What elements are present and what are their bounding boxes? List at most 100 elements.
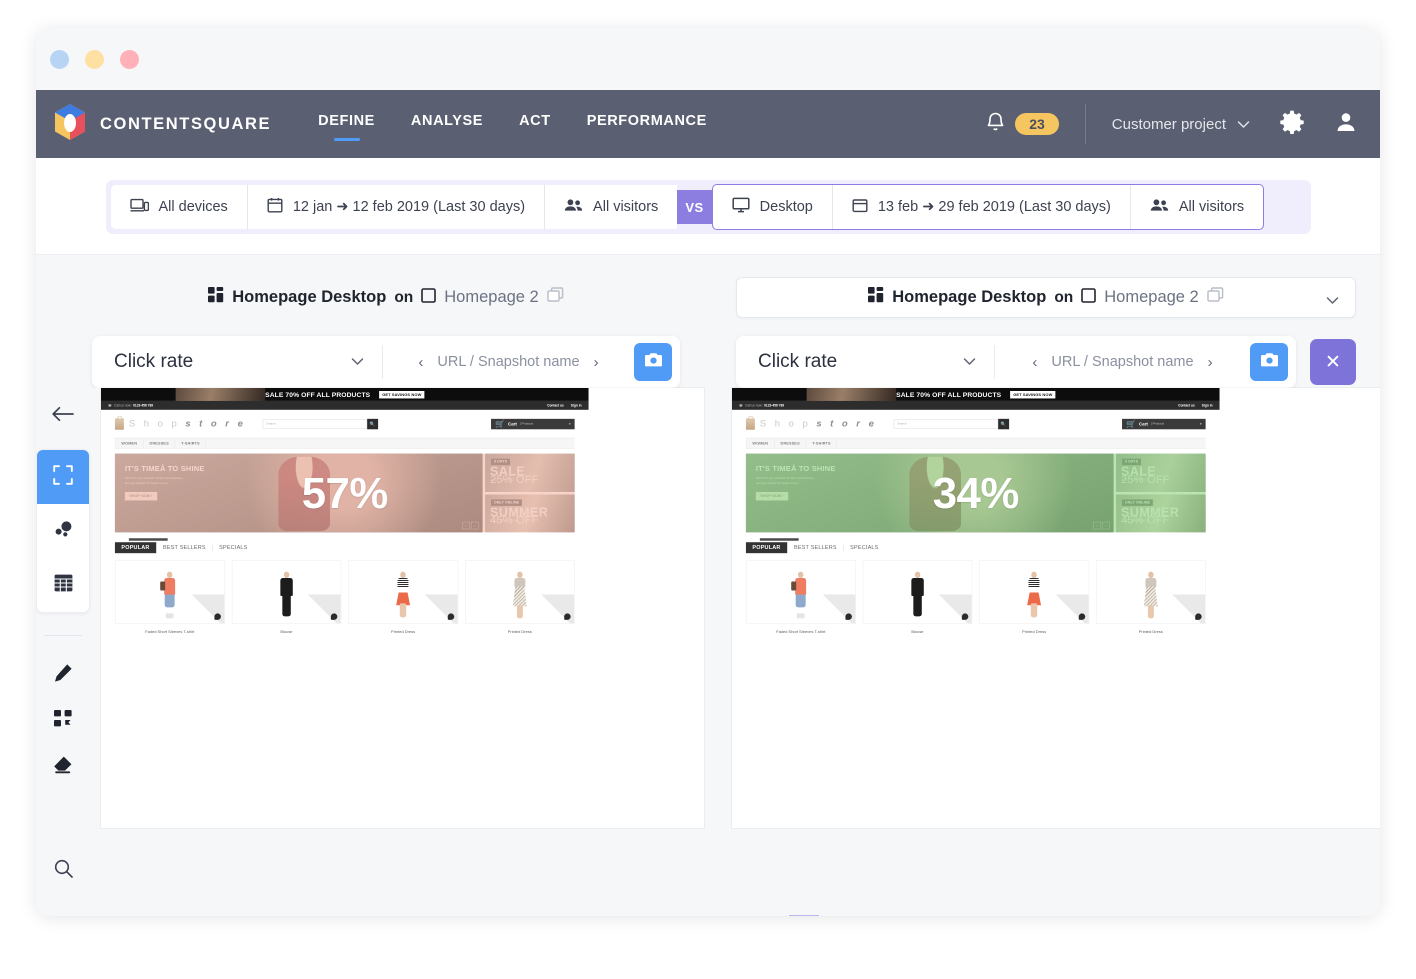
filter-device-left[interactable]: All devices [111, 185, 247, 229]
filter-device-right[interactable]: Desktop [713, 185, 832, 229]
camera-button-left[interactable] [634, 343, 672, 381]
product-card[interactable]: Printed Dress [348, 560, 458, 635]
site-logo[interactable]: S h o p s t o r e [760, 418, 877, 429]
utility-links: Contact us Sign in [1178, 404, 1212, 407]
product-tab-specials[interactable]: SPECIALS [213, 542, 254, 553]
notifications[interactable]: 23 [985, 110, 1059, 138]
phone-label: Call us now: [744, 403, 763, 408]
product-tab-popular[interactable]: POPULAR [745, 542, 788, 554]
metric-selector-left[interactable]: Click rate [92, 336, 382, 388]
title-right-selector[interactable]: Homepage Desktop on Homepage 2 [736, 277, 1356, 318]
contact-link[interactable]: Contact us [547, 404, 564, 407]
view-mode-table[interactable] [37, 558, 89, 612]
chevron-left-icon[interactable]: ‹ [418, 354, 423, 371]
product-tabbar: POPULAR BEST SELLERS SPECIALS [745, 538, 1206, 554]
search-icon[interactable]: 🔍 [998, 418, 1010, 430]
site-logo[interactable]: S h o p s t o r e [129, 418, 246, 429]
quickview-icon[interactable] [214, 613, 221, 620]
chevron-left-icon[interactable]: ‹ [1032, 354, 1037, 371]
site-nav-dresses[interactable]: DRESSES [144, 438, 176, 449]
zoning-grid-icon [208, 287, 224, 308]
product-tab-best-sellers[interactable]: BEST SELLERS [788, 542, 844, 553]
nav-link-analyse[interactable]: ANALYSE [409, 107, 485, 141]
filter-date-left[interactable]: 12 jan ➜ 12 feb 2019 (Last 30 days) [246, 185, 544, 229]
site-snapshot-left[interactable]: SALE 70% OFF ALL PRODUCTS GET SAVINGS NO… [101, 388, 704, 828]
toolbar-divider [44, 635, 82, 636]
nav-link-define[interactable]: DEFINE [316, 107, 377, 141]
product-card[interactable]: Blouse [862, 560, 973, 635]
filter-device-right-label: Desktop [759, 199, 813, 215]
eraser-button[interactable] [36, 744, 90, 790]
duplicate-icon[interactable] [547, 287, 564, 308]
view-mode-bubbles[interactable] [37, 504, 89, 558]
brand[interactable]: CONTENTSQUARE [53, 103, 271, 146]
product-card[interactable]: Printed Dress [464, 560, 575, 635]
nav-link-act[interactable]: ACT [517, 107, 553, 141]
product-tab-specials[interactable]: SPECIALS [844, 542, 885, 553]
view-mode-zoning[interactable] [37, 450, 89, 504]
cart-button[interactable]: 🛒 Cart 3 Products ▾ [491, 418, 575, 430]
site-snapshot-right[interactable]: SALE 70% OFF ALL PRODUCTS GET SAVINGS NO… [732, 388, 1380, 828]
product-tab-popular[interactable]: POPULAR [114, 542, 157, 554]
site-search-input[interactable]: Search [262, 419, 368, 429]
site-nav-women[interactable]: WOMEN [114, 438, 144, 449]
duplicate-icon[interactable] [1207, 287, 1224, 308]
quickview-icon[interactable] [1078, 613, 1085, 620]
pencil-icon [53, 663, 73, 688]
camera-button-right[interactable] [1250, 343, 1288, 381]
close-comparison-button[interactable]: ✕ [1310, 339, 1356, 385]
window-dot-yellow[interactable] [85, 50, 104, 69]
title-left: Homepage Desktop on Homepage 2 [36, 277, 736, 318]
window-dot-red[interactable] [120, 50, 139, 69]
filter-date-right[interactable]: 13 feb ➜ 29 feb 2019 (Last 30 days) [831, 185, 1130, 229]
window-dot-blue[interactable] [50, 50, 69, 69]
quickview-icon[interactable] [330, 613, 338, 620]
quickview-icon[interactable] [447, 613, 454, 620]
heatmap-percent-right: 34% [932, 468, 1020, 518]
crop-button[interactable] [36, 698, 90, 744]
chevron-down-icon [351, 353, 364, 371]
promo-button[interactable]: GET SAVINGS NOW [379, 390, 425, 399]
bell-icon[interactable] [985, 110, 1006, 138]
quickview-icon[interactable] [564, 613, 571, 620]
notification-badge[interactable]: 23 [1015, 113, 1059, 135]
site-search-input[interactable]: Search [893, 419, 999, 429]
site-nav-tshirts[interactable]: T-SHIRTS [175, 438, 207, 449]
gear-icon [1279, 109, 1305, 140]
signin-link[interactable]: Sign in [571, 404, 582, 407]
filter-date-left-label: 12 jan ➜ 12 feb 2019 (Last 30 days) [292, 199, 526, 215]
quickview-icon[interactable] [845, 613, 852, 620]
contact-link[interactable]: Contact us [1178, 404, 1195, 407]
search-icon[interactable]: 🔍 [367, 418, 379, 430]
site-nav-women[interactable]: WOMEN [745, 438, 775, 449]
promo-button[interactable]: GET SAVINGS NOW [1010, 390, 1056, 399]
site-nav-dresses[interactable]: DRESSES [775, 438, 807, 449]
filter-segment-right-visitors[interactable]: All visitors [1129, 185, 1263, 229]
product-card[interactable]: Printed Dress [979, 560, 1089, 635]
promo-banner: SALE 70% OFF ALL PRODUCTS GET SAVINGS NO… [732, 388, 1220, 401]
site-nav-tshirts[interactable]: T-SHIRTS [806, 438, 838, 449]
product-card[interactable]: Printed Dress [1095, 560, 1206, 635]
product-card[interactable]: Faded Short Sleeves T-shirt [745, 560, 856, 635]
project-selector[interactable]: Customer project [1112, 116, 1250, 133]
phone-number: 0123-456 789 [133, 403, 154, 408]
annotate-pencil-button[interactable] [36, 652, 90, 698]
product-tab-best-sellers[interactable]: BEST SELLERS [157, 542, 213, 553]
back-button[interactable] [52, 406, 74, 427]
chevron-right-icon[interactable]: › [594, 354, 599, 371]
settings-button[interactable] [1279, 109, 1305, 140]
account-button[interactable] [1334, 110, 1358, 139]
nav-link-performance[interactable]: PERFORMANCE [585, 107, 709, 141]
quickview-icon[interactable] [1195, 613, 1202, 620]
filter-segment-left-visitors[interactable]: All visitors [544, 185, 677, 229]
signin-link[interactable]: Sign in [1202, 404, 1213, 407]
product-card[interactable]: Faded Short Sleeves T-shirt [114, 560, 225, 635]
quickview-icon[interactable] [961, 613, 969, 620]
product-card[interactable]: Blouse [231, 560, 342, 635]
chevron-right-icon[interactable]: › [1208, 354, 1213, 371]
camera-icon [644, 352, 663, 373]
title-right-chip: Homepage Desktop on Homepage 2 [868, 287, 1224, 308]
cart-button[interactable]: 🛒 Cart 3 Products ▾ [1122, 418, 1206, 430]
zoom-button[interactable] [36, 848, 90, 894]
metric-selector-right[interactable]: Click rate [736, 336, 994, 388]
